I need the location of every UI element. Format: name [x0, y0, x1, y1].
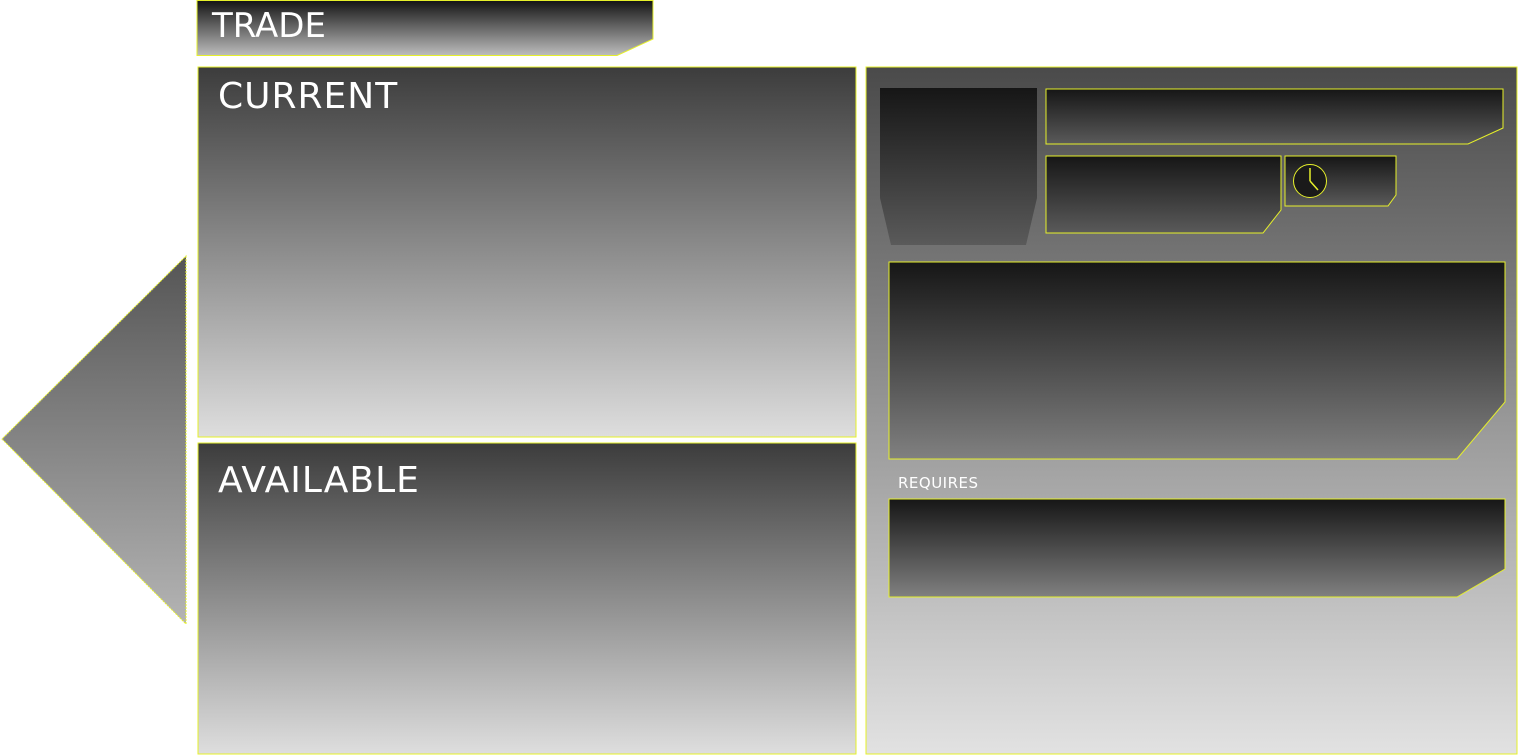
item-name-box	[1045, 88, 1504, 145]
current-panel-title: CURRENT	[218, 76, 399, 117]
back-arrow-icon[interactable]	[0, 254, 188, 626]
available-panel-title: AVAILABLE	[218, 460, 420, 501]
requires-label: REQUIRES	[898, 474, 979, 492]
item-portrait	[880, 88, 1037, 245]
clock-icon	[1293, 164, 1327, 198]
page-title: TRADE	[212, 6, 326, 46]
description-box	[888, 261, 1506, 460]
requires-box	[888, 498, 1506, 598]
item-stat-box	[1045, 155, 1282, 234]
current-panel	[197, 66, 857, 438]
